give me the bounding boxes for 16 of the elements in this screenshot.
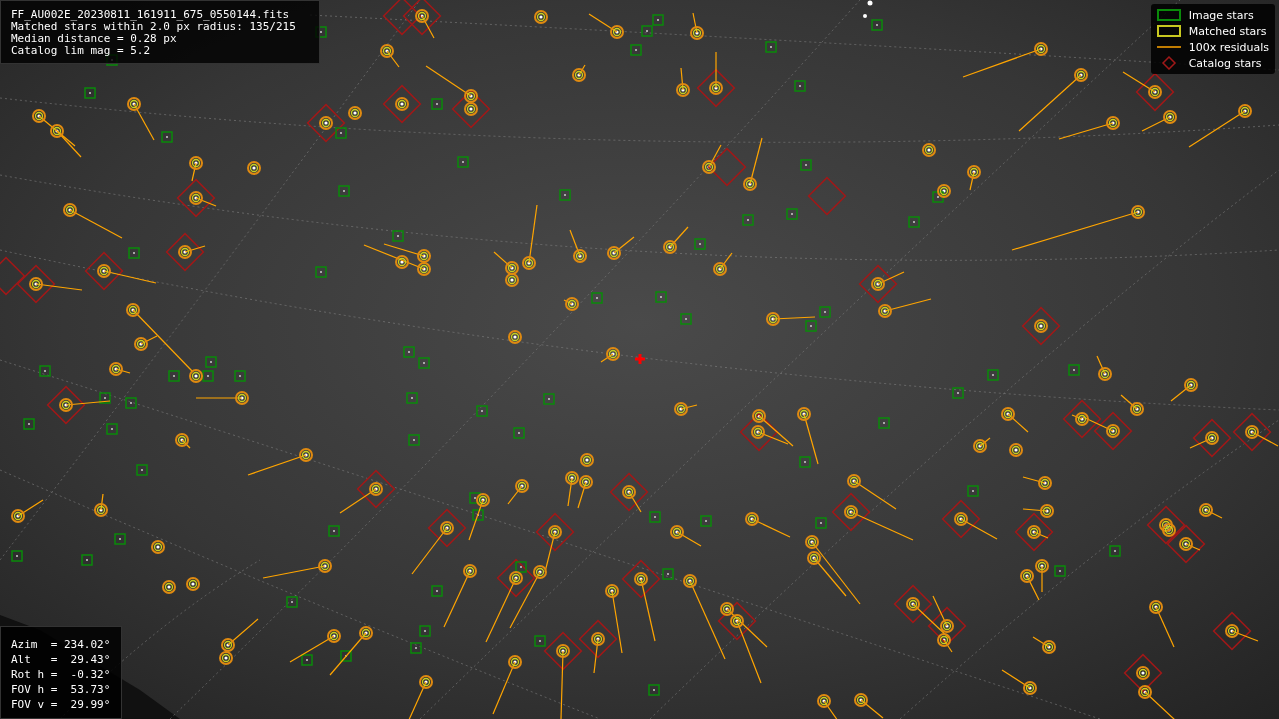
legend-label: Catalog stars: [1188, 56, 1262, 70]
box-icon: [1156, 9, 1181, 21]
line-icon: [1156, 45, 1181, 49]
info-text: Matched stars within 2.0 px radius: 135/215: [11, 21, 297, 33]
pointing-text: Alt = 29.43°: [11, 652, 111, 667]
legend-label: 100x residuals: [1188, 40, 1269, 54]
pointing-text: FOV h = 53.73°: [11, 682, 111, 697]
legend-label: Matched stars: [1188, 24, 1267, 38]
box-icon: [1156, 25, 1181, 37]
info-text: Median distance = 0.28 px: [11, 33, 178, 45]
legend-label: Image stars: [1188, 8, 1254, 22]
info-text: FF_AU002E_20230811_161911_675_0550144.fits: [11, 9, 291, 21]
info-text: Catalog lim mag = 5.2: [11, 45, 152, 57]
pointing-text: FOV v = 29.99°: [11, 697, 111, 712]
pointing-text: Rot h = -0.32°: [11, 667, 111, 682]
pointing-text: Azim = 234.02°: [11, 637, 111, 652]
